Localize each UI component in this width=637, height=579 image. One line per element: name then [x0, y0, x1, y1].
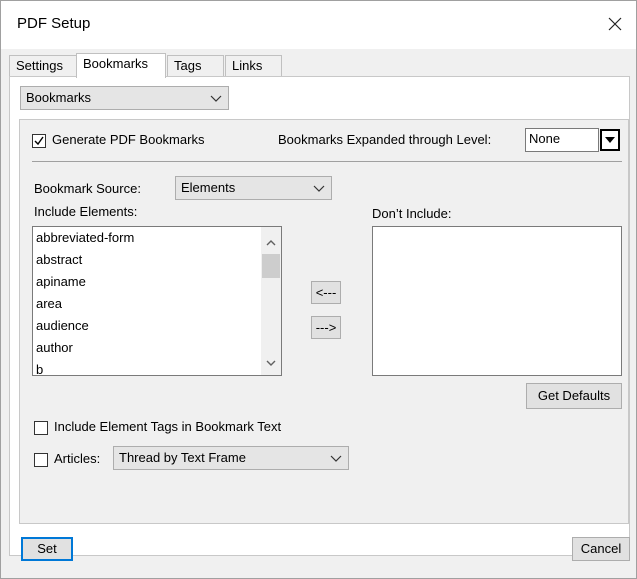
tab-strip: Settings Bookmarks Tags Links	[9, 53, 629, 78]
close-button[interactable]	[600, 9, 630, 39]
chevron-down-icon	[313, 185, 325, 192]
triangle-down-icon	[605, 137, 615, 143]
articles-checkbox[interactable]	[34, 453, 48, 467]
scroll-up-icon	[266, 240, 276, 246]
set-button[interactable]: Set	[21, 537, 73, 561]
list-item[interactable]: area	[33, 293, 281, 315]
tab-tags[interactable]: Tags	[167, 55, 224, 77]
include-elements-label: Include Elements:	[34, 204, 138, 219]
section-select[interactable]: Bookmarks	[20, 86, 229, 110]
include-elements-list[interactable]: abbreviated-form abstract apiname area a…	[32, 226, 282, 376]
get-defaults-button[interactable]: Get Defaults	[526, 383, 622, 409]
expand-level-field[interactable]: None	[525, 128, 599, 152]
articles-select-value: Thread by Text Frame	[119, 450, 246, 465]
expand-level-dropdown-button[interactable]	[600, 129, 620, 151]
generate-bookmarks-checkbox[interactable]	[32, 134, 46, 148]
list-item[interactable]: apiname	[33, 271, 281, 293]
list-item[interactable]: abbreviated-form	[33, 227, 281, 249]
chevron-down-icon	[330, 455, 342, 462]
tab-bookmarks[interactable]: Bookmarks	[76, 53, 166, 78]
chevron-down-icon	[210, 95, 222, 102]
articles-select[interactable]: Thread by Text Frame	[113, 446, 349, 470]
dont-include-list[interactable]	[372, 226, 622, 376]
move-right-button[interactable]: --->	[311, 316, 341, 339]
list-item[interactable]: abstract	[33, 249, 281, 271]
scroll-down-icon	[266, 360, 276, 366]
checkmark-icon	[34, 136, 44, 146]
tab-links[interactable]: Links	[225, 55, 282, 77]
cancel-button[interactable]: Cancel	[572, 537, 630, 561]
dont-include-label: Don’t Include:	[372, 206, 452, 221]
generate-bookmarks-label: Generate PDF Bookmarks	[52, 132, 205, 147]
tab-settings[interactable]: Settings	[9, 55, 77, 77]
expand-level-label: Bookmarks Expanded through Level:	[278, 132, 492, 147]
close-icon	[608, 17, 622, 31]
list-item[interactable]: audience	[33, 315, 281, 337]
pdf-setup-dialog: PDF Setup Settings Bookmarks Tags Links …	[0, 0, 637, 579]
articles-label: Articles:	[54, 451, 101, 466]
divider	[32, 161, 622, 162]
list-item[interactable]: b	[33, 359, 281, 375]
list-item[interactable]: author	[33, 337, 281, 359]
bookmarks-group: Generate PDF Bookmarks Bookmarks Expande…	[19, 119, 629, 524]
list-scrollbar[interactable]	[261, 227, 281, 375]
bookmark-source-label: Bookmark Source:	[34, 181, 141, 196]
title-bar: PDF Setup	[1, 1, 636, 49]
move-left-button[interactable]: <---	[311, 281, 341, 304]
include-tags-checkbox[interactable]	[34, 421, 48, 435]
section-select-value: Bookmarks	[26, 90, 92, 105]
include-tags-label: Include Element Tags in Bookmark Text	[54, 419, 282, 434]
scroll-thumb[interactable]	[262, 254, 280, 278]
window-title: PDF Setup	[17, 15, 91, 32]
bookmark-source-select[interactable]: Elements	[175, 176, 332, 200]
bookmark-source-value: Elements	[181, 180, 236, 195]
